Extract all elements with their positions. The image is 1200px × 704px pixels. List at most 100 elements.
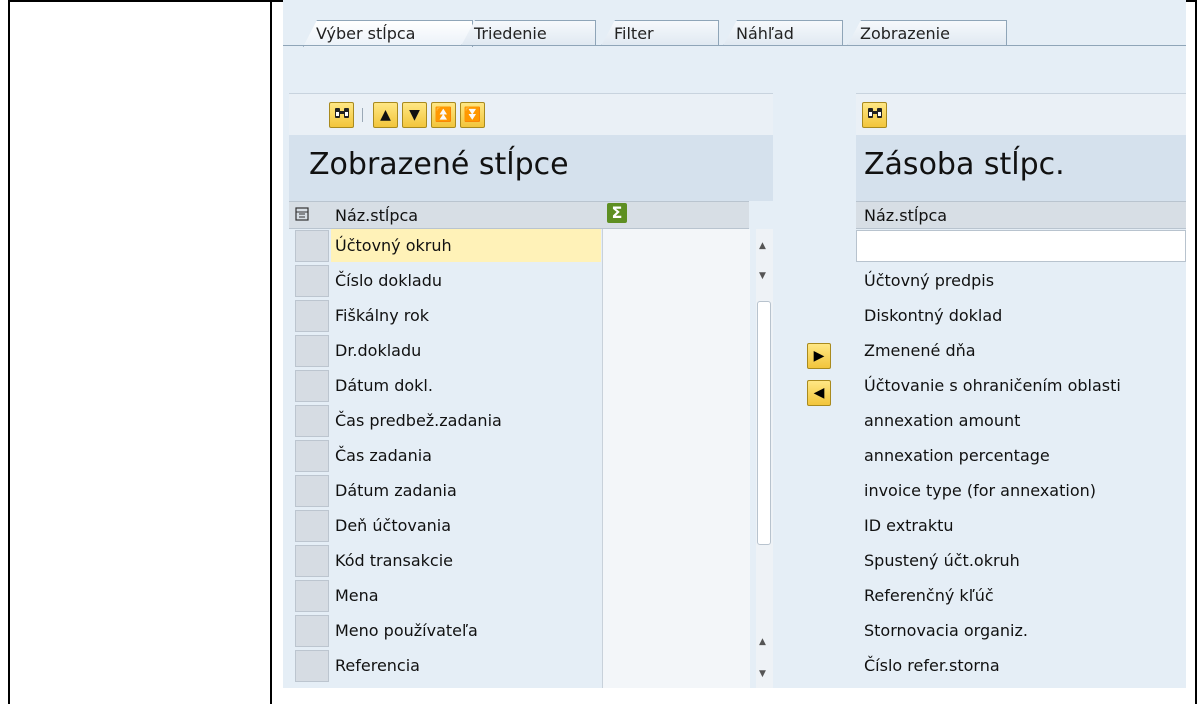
list-item[interactable]: Meno používateľa bbox=[289, 614, 602, 649]
scroll-up-icon[interactable]: ▲ bbox=[759, 241, 766, 251]
list-item[interactable]: Referenčný kľúč bbox=[856, 579, 1186, 614]
column-settings-icon[interactable] bbox=[295, 206, 311, 226]
tab-column-selection[interactable]: Výber stĺpca bbox=[303, 20, 473, 47]
scroll-up-icon[interactable]: ▲ bbox=[759, 637, 766, 647]
sum-icon[interactable]: Σ bbox=[607, 203, 627, 223]
list-item-label: Účtovný predpis bbox=[864, 271, 995, 290]
list-item[interactable]: Účtovanie s ohraničením oblasti bbox=[856, 369, 1186, 404]
row-selector[interactable] bbox=[295, 300, 329, 332]
list-item[interactable]: Dátum zadania bbox=[289, 474, 602, 509]
list-item[interactable]: Účtovný okruh bbox=[289, 229, 602, 264]
row-selector[interactable] bbox=[295, 475, 329, 507]
row-selector[interactable] bbox=[295, 545, 329, 577]
list-item[interactable]: annexation percentage bbox=[856, 439, 1186, 474]
list-item-label: Čas predbež.zadania bbox=[335, 411, 502, 430]
move-right-button[interactable]: ▶ bbox=[807, 343, 831, 369]
list-item-label: Diskontný doklad bbox=[864, 306, 1003, 325]
list-item[interactable]: Zmenené dňa bbox=[856, 334, 1186, 369]
row-selector[interactable] bbox=[295, 230, 329, 262]
list-item-label: Referencia bbox=[335, 656, 420, 675]
column-pool-panel: Zásoba stĺpc. Náz.stĺpca Účtovný predpis… bbox=[856, 93, 1186, 688]
move-left-button[interactable]: ◀ bbox=[807, 380, 831, 406]
arrow-down-icon: ▼ bbox=[409, 107, 420, 123]
scroll-thumb[interactable] bbox=[757, 301, 771, 545]
column-name-header[interactable]: Náz.stĺpca bbox=[864, 206, 947, 225]
arrow-left-icon: ◀ bbox=[813, 385, 825, 401]
binoculars-icon bbox=[334, 106, 350, 124]
list-item[interactable]: Číslo refer.storna bbox=[856, 649, 1186, 684]
row-selector[interactable] bbox=[295, 265, 329, 297]
list-item-label: Meno používateľa bbox=[335, 621, 478, 640]
list-item[interactable]: Dr.dokladu bbox=[289, 334, 602, 369]
row-selector[interactable] bbox=[295, 405, 329, 437]
row-selector[interactable] bbox=[295, 650, 329, 682]
list-item-label: Referenčný kľúč bbox=[864, 586, 994, 605]
list-item[interactable]: Kód transakcie bbox=[289, 544, 602, 579]
list-item-label: Dátum zadania bbox=[335, 481, 457, 500]
find-button[interactable] bbox=[862, 102, 887, 128]
list-item[interactable]: Diskontný doklad bbox=[856, 299, 1186, 334]
list-item[interactable]: Číslo dokladu bbox=[289, 264, 602, 299]
list-item[interactable]: Referencia bbox=[289, 649, 602, 684]
find-button[interactable] bbox=[329, 102, 354, 128]
move-up-button[interactable]: ▲ bbox=[373, 102, 398, 128]
list-item-label: Stornovacia organiz. bbox=[864, 621, 1028, 640]
sum-column bbox=[602, 229, 750, 688]
move-bottom-button[interactable]: ⏬ bbox=[460, 102, 485, 128]
list-item[interactable]: ID extraktu bbox=[856, 509, 1186, 544]
list-item[interactable]: Dátum dokl. bbox=[289, 369, 602, 404]
right-panel-title: Zásoba stĺpc. bbox=[856, 135, 1186, 201]
list-item-label: annexation amount bbox=[864, 411, 1021, 430]
tab-label: Filter bbox=[614, 24, 654, 43]
tab-label: Výber stĺpca bbox=[316, 24, 416, 43]
list-item[interactable]: Účtovný predpis bbox=[856, 264, 1186, 299]
list-item-label: Fiškálny rok bbox=[335, 306, 430, 325]
tab-sorting[interactable]: Triedenie bbox=[461, 20, 596, 46]
list-item[interactable]: Fiškálny rok bbox=[289, 299, 602, 334]
list-item-label: annexation percentage bbox=[864, 446, 1050, 465]
tab-filter[interactable]: Filter bbox=[601, 20, 719, 46]
tab-label: Náhľad bbox=[736, 24, 794, 43]
list-item[interactable]: Mena bbox=[289, 579, 602, 614]
left-scrollbar[interactable]: ▲ ▼ ▲ ▼ bbox=[756, 229, 773, 688]
tab-preview[interactable]: Náhľad bbox=[723, 20, 843, 46]
list-item[interactable]: Stornovacia organiz. bbox=[856, 614, 1186, 649]
list-item-label: Číslo dokladu bbox=[335, 271, 443, 290]
tab-display[interactable]: Zobrazenie bbox=[847, 20, 1007, 46]
row-selector[interactable] bbox=[295, 370, 329, 402]
row-selector[interactable] bbox=[295, 580, 329, 612]
list-item[interactable]: Čas predbež.zadania bbox=[289, 404, 602, 439]
list-item[interactable]: Deň účtovania bbox=[289, 509, 602, 544]
move-down-button[interactable]: ▼ bbox=[402, 102, 427, 128]
tab-label: Triedenie bbox=[474, 24, 547, 43]
left-toolbar: ▲ ▼ ⏫ ⏬ bbox=[289, 93, 773, 136]
list-item-label: ID extraktu bbox=[864, 516, 954, 535]
row-selector[interactable] bbox=[295, 615, 329, 647]
scroll-down-icon[interactable]: ▼ bbox=[759, 271, 766, 281]
row-selector[interactable] bbox=[295, 510, 329, 542]
move-top-button[interactable]: ⏫ bbox=[431, 102, 456, 128]
sap-layout-dialog: Výber stĺpca Triedenie Filter Náhľad Zob… bbox=[283, 0, 1186, 688]
list-item-label: Zmenené dňa bbox=[864, 341, 976, 360]
list-item-label: Mena bbox=[335, 586, 379, 605]
double-arrow-up-icon: ⏫ bbox=[434, 107, 453, 123]
list-item[interactable]: annexation amount bbox=[856, 404, 1186, 439]
left-panel-title: Zobrazené stĺpce bbox=[289, 135, 773, 201]
list-item[interactable]: Čas zadania bbox=[289, 439, 602, 474]
tab-underline bbox=[283, 45, 1186, 46]
list-item[interactable]: invoice type (for annexation) bbox=[856, 474, 1186, 509]
row-selector[interactable] bbox=[295, 335, 329, 367]
left-column-header: Náz.stĺpca Σ bbox=[289, 201, 749, 229]
list-item-label: Účtovný okruh bbox=[331, 229, 601, 262]
right-toolbar bbox=[856, 93, 1186, 136]
list-item[interactable]: Spustený účt.okruh bbox=[856, 544, 1186, 579]
list-item-label: Čas zadania bbox=[335, 446, 432, 465]
tab-strip: Výber stĺpca Triedenie Filter Náhľad Zob… bbox=[283, 20, 1186, 47]
row-selector[interactable] bbox=[295, 440, 329, 472]
column-name-header[interactable]: Náz.stĺpca bbox=[335, 206, 418, 225]
right-column-header: Náz.stĺpca bbox=[856, 201, 1186, 229]
pool-filter-row[interactable] bbox=[856, 230, 1186, 262]
scroll-down-icon[interactable]: ▼ bbox=[759, 669, 766, 679]
list-item-label: invoice type (for annexation) bbox=[864, 481, 1096, 500]
list-item-label: Spustený účt.okruh bbox=[864, 551, 1020, 570]
